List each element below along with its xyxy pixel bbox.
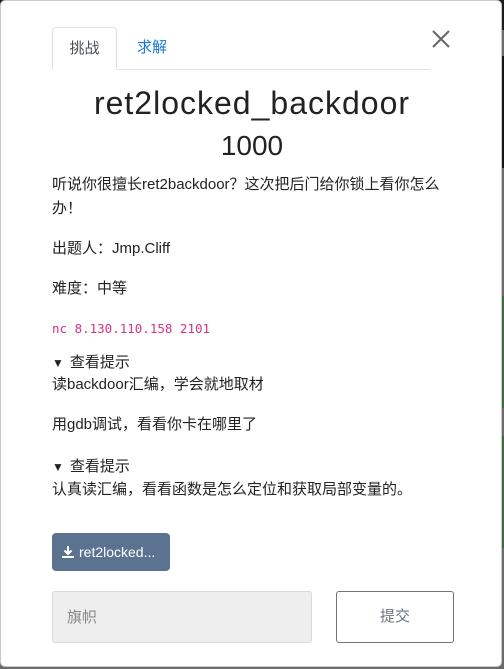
tab-solves[interactable]: 求解: [124, 27, 180, 69]
flag-input[interactable]: [52, 591, 312, 643]
hint-text: 读backdoor汇编，学会就地取材: [52, 376, 264, 393]
challenge-name: ret2locked_backdoor: [93, 85, 411, 121]
caret-down-icon: ▼: [52, 460, 64, 474]
challenge-value: 1000: [220, 130, 284, 161]
challenge-description: 听说你很擅长ret2backdoor？这次把后门给你锁上看你怎么办！: [52, 176, 440, 217]
close-icon: [432, 30, 450, 48]
challenge-difficulty: 难度：中等: [52, 280, 128, 297]
tab-challenge[interactable]: 挑战: [52, 27, 117, 70]
hint-toggle[interactable]: ▼ 查看提示: [52, 455, 130, 476]
download-file-button[interactable]: ret2locked...: [52, 533, 170, 571]
hint-summary-label: 查看提示: [69, 458, 130, 475]
caret-down-icon: ▼: [52, 356, 64, 370]
hint-toggle[interactable]: ▼ 查看提示: [52, 351, 130, 372]
hint-text: 认真读汇编，看看函数是怎么定位和获取局部变量的。: [52, 481, 413, 498]
challenge-modal: 挑战 求解 ret2locked_backdoor 1000 听说你很擅长ret…: [0, 0, 502, 667]
download-icon: [62, 546, 74, 558]
challenge-author: 出题人：Jmp.Cliff: [52, 240, 171, 257]
hint-text: 用gdb调试，看看你卡在哪里了: [52, 416, 258, 433]
close-button[interactable]: [429, 27, 453, 51]
hint-summary-label: 查看提示: [69, 354, 130, 371]
connection-info: nc 8.130.110.158 2101: [52, 321, 211, 336]
submit-button[interactable]: 提交: [336, 591, 454, 643]
download-file-label: ret2locked...: [79, 544, 156, 560]
challenge-tabs: 挑战 求解: [52, 27, 430, 70]
